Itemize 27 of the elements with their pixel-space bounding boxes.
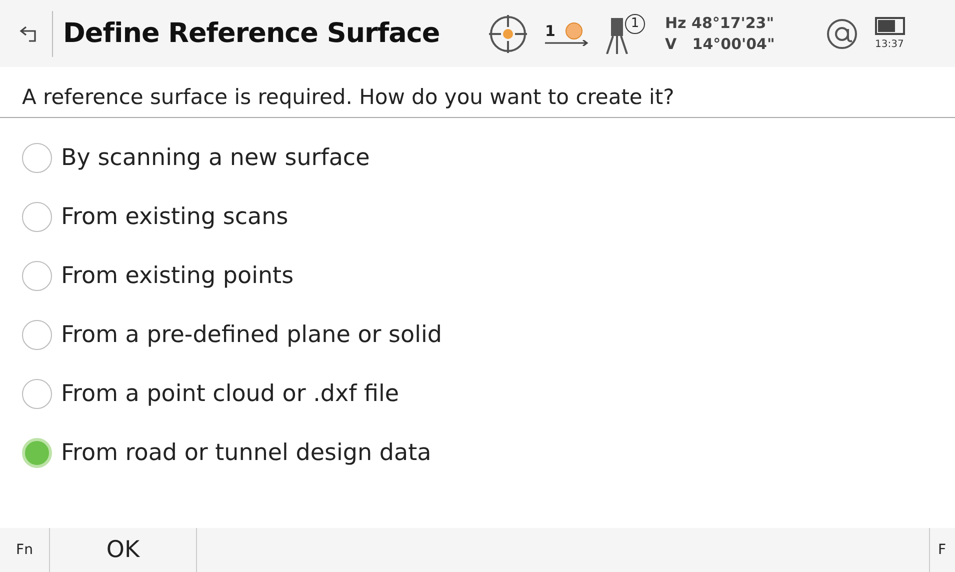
radio-button[interactable] <box>22 438 52 468</box>
at-sign-icon[interactable] <box>825 16 859 50</box>
prism-number[interactable]: 1 <box>545 22 562 40</box>
radio-button[interactable] <box>22 142 52 172</box>
radio-button[interactable] <box>22 320 52 350</box>
radio-button[interactable] <box>22 260 52 290</box>
fn-key[interactable]: F <box>929 528 955 572</box>
radio-option[interactable]: From existing points <box>0 246 955 305</box>
prism-icon[interactable] <box>565 22 584 40</box>
screen-title: Define Reference Surface <box>63 18 441 49</box>
question-text: A reference surface is required. How do you want to create it? <box>0 67 955 118</box>
radio-option[interactable]: From existing scans <box>0 187 955 246</box>
instrument-number[interactable]: 1 <box>625 14 645 34</box>
crosshair-icon[interactable] <box>487 12 529 54</box>
radio-option[interactable]: From a point cloud or .dxf file <box>0 364 955 423</box>
fn-key[interactable]: Fn <box>0 528 50 572</box>
radio-button[interactable] <box>22 202 52 232</box>
hz-angle: Hz 48°17'23" <box>665 12 776 34</box>
v-angle: V 14°00'04" <box>665 34 776 54</box>
radio-option[interactable]: From road or tunnel design data <box>0 423 955 482</box>
radio-button[interactable] <box>22 378 52 408</box>
clock-time: 13:37 <box>875 39 904 50</box>
battery-icon[interactable] <box>875 17 905 35</box>
ok-button[interactable]: OK <box>50 528 197 572</box>
arrow-icon <box>545 40 589 46</box>
radio-option[interactable]: From a pre-defined plane or solid <box>0 305 955 364</box>
radio-option[interactable]: By scanning a new surface <box>0 128 955 187</box>
